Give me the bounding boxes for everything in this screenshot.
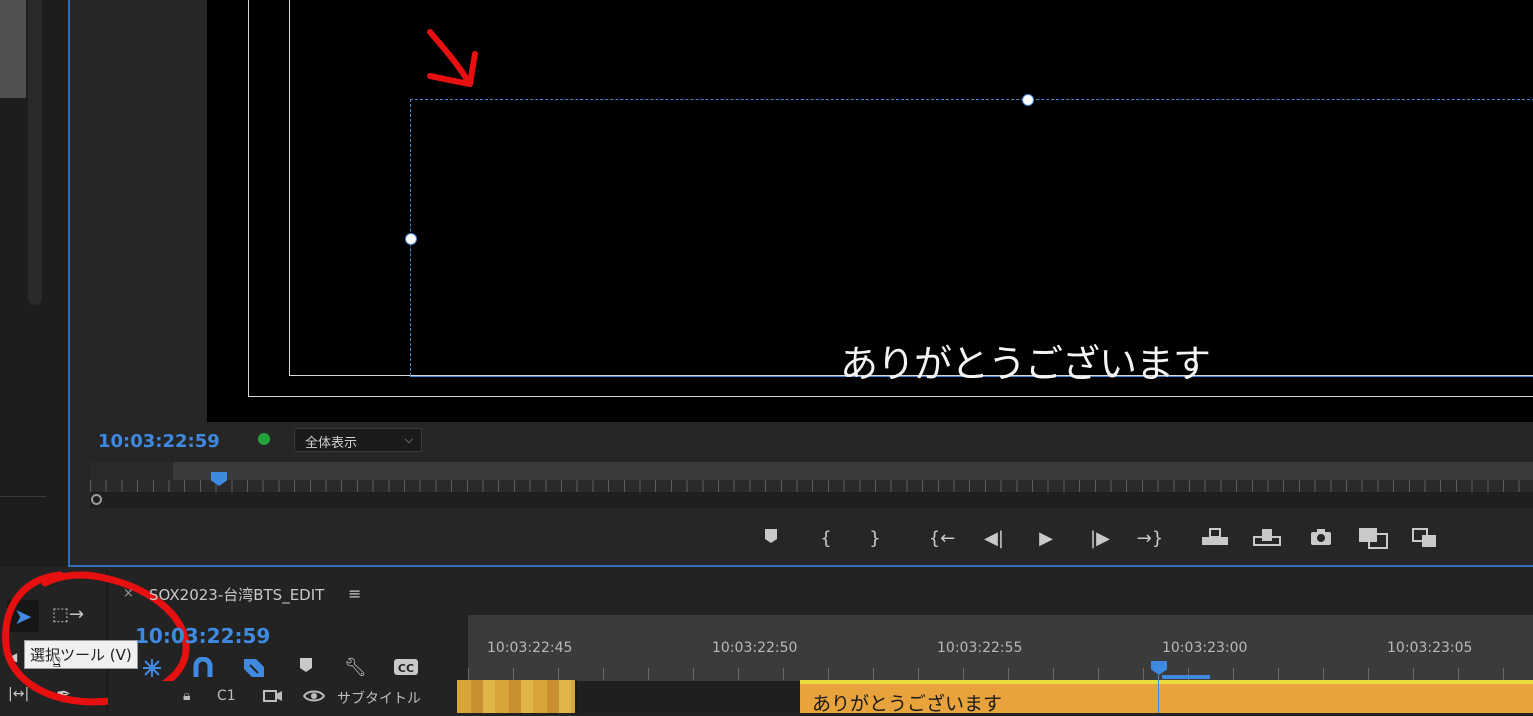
add-marker-icon xyxy=(765,529,777,543)
timeline-playhead-line xyxy=(1158,675,1159,713)
mark-in-icon: { xyxy=(820,528,832,549)
zoom-level-value: 全体表示 xyxy=(305,436,358,451)
go-to-out-button[interactable]: →} xyxy=(1136,527,1164,551)
status-indicator xyxy=(258,433,270,445)
caption-clip-text: ありがとうございます xyxy=(812,693,1003,715)
export-frame-button[interactable] xyxy=(1307,527,1335,551)
timeline-work-indicator xyxy=(1162,675,1210,679)
captions-icon[interactable]: CC xyxy=(393,657,419,682)
sequence-tab[interactable]: SOX2023-台湾BTS_EDIT xyxy=(149,584,324,605)
mark-out-icon: } xyxy=(869,528,881,549)
comparison-view-icon xyxy=(1359,528,1388,549)
left-panel-scroll-thumb[interactable] xyxy=(0,0,26,98)
timeline-ruler-ticks xyxy=(468,668,1533,680)
monitor-zoom-scrollbar[interactable] xyxy=(90,492,1533,508)
ruler-label: 10:03:22:55 xyxy=(937,640,1023,656)
track-name: C1 xyxy=(217,688,236,704)
lock-icon[interactable]: 🔒︎ xyxy=(183,688,190,704)
mark-in-button[interactable]: { xyxy=(812,527,840,551)
step-forward-icon: |▶ xyxy=(1090,528,1110,549)
loop-icon xyxy=(1412,528,1436,547)
go-to-out-icon: →} xyxy=(1136,528,1164,549)
insert-nest-icon[interactable] xyxy=(141,657,163,684)
play-button[interactable]: ▶ xyxy=(1032,527,1060,551)
step-forward-button[interactable]: |▶ xyxy=(1086,527,1114,551)
timeline-timecode[interactable]: 10:03:22:59 xyxy=(135,624,270,648)
zoom-level-select[interactable]: 全体表示 ⌵ xyxy=(294,428,422,452)
track-output-icon[interactable] xyxy=(263,688,283,708)
linked-selection-icon[interactable] xyxy=(242,657,266,684)
overwrite-button[interactable] xyxy=(1253,527,1281,551)
mark-out-button[interactable]: } xyxy=(861,527,889,551)
play-icon: ▶ xyxy=(1039,528,1053,549)
close-sequence-icon[interactable]: × xyxy=(123,586,134,601)
monitor-pasteboard xyxy=(70,0,207,422)
go-to-in-icon: {← xyxy=(928,528,956,549)
overwrite-icon xyxy=(1253,529,1281,546)
step-back-button[interactable]: ◀| xyxy=(980,527,1008,551)
video-caption-text[interactable]: ありがとうございます xyxy=(840,333,1211,388)
left-panel-scrollbar[interactable] xyxy=(28,0,42,305)
ruler-label: 10:03:22:45 xyxy=(487,640,573,656)
caption-box-top-handle[interactable] xyxy=(1022,94,1034,106)
ruler-label: 10:03:23:00 xyxy=(1162,640,1248,656)
comparison-view-button[interactable] xyxy=(1358,527,1388,551)
video-clip-thumbnail[interactable] xyxy=(457,680,575,713)
go-to-in-button[interactable]: {← xyxy=(928,527,956,551)
add-marker-button[interactable] xyxy=(757,527,785,551)
track-label: サブタイトル xyxy=(337,691,421,707)
monitor-work-area xyxy=(173,462,1533,480)
program-timecode[interactable]: 10:03:22:59 xyxy=(98,431,220,452)
annotation-arrow-icon xyxy=(427,29,478,87)
loop-button[interactable] xyxy=(1411,527,1439,551)
ruler-label: 10:03:22:50 xyxy=(712,640,798,656)
ruler-label: 10:03:23:05 xyxy=(1387,640,1473,656)
panel-menu-icon[interactable]: ≡ xyxy=(348,584,361,603)
wrench-icon[interactable]: 🔧︎ xyxy=(344,657,367,678)
panel-focus-border-bottom xyxy=(70,565,1533,567)
insert-button[interactable] xyxy=(1201,527,1229,551)
monitor-ruler-ticks xyxy=(90,480,1533,492)
insert-icon xyxy=(1202,528,1228,545)
snap-icon[interactable] xyxy=(192,656,214,684)
eye-icon[interactable] xyxy=(302,688,326,708)
svg-text:CC: CC xyxy=(398,662,414,675)
zoom-scroll-handle[interactable] xyxy=(91,494,102,505)
chevron-down-icon: ⌵ xyxy=(404,433,413,446)
export-frame-icon xyxy=(1311,529,1331,545)
step-back-icon: ◀| xyxy=(984,528,1004,549)
left-panel-divider xyxy=(0,496,46,497)
caption-box-left-handle[interactable] xyxy=(405,233,417,245)
add-marker-timeline-icon[interactable] xyxy=(299,657,313,678)
clip-edge xyxy=(575,680,577,713)
